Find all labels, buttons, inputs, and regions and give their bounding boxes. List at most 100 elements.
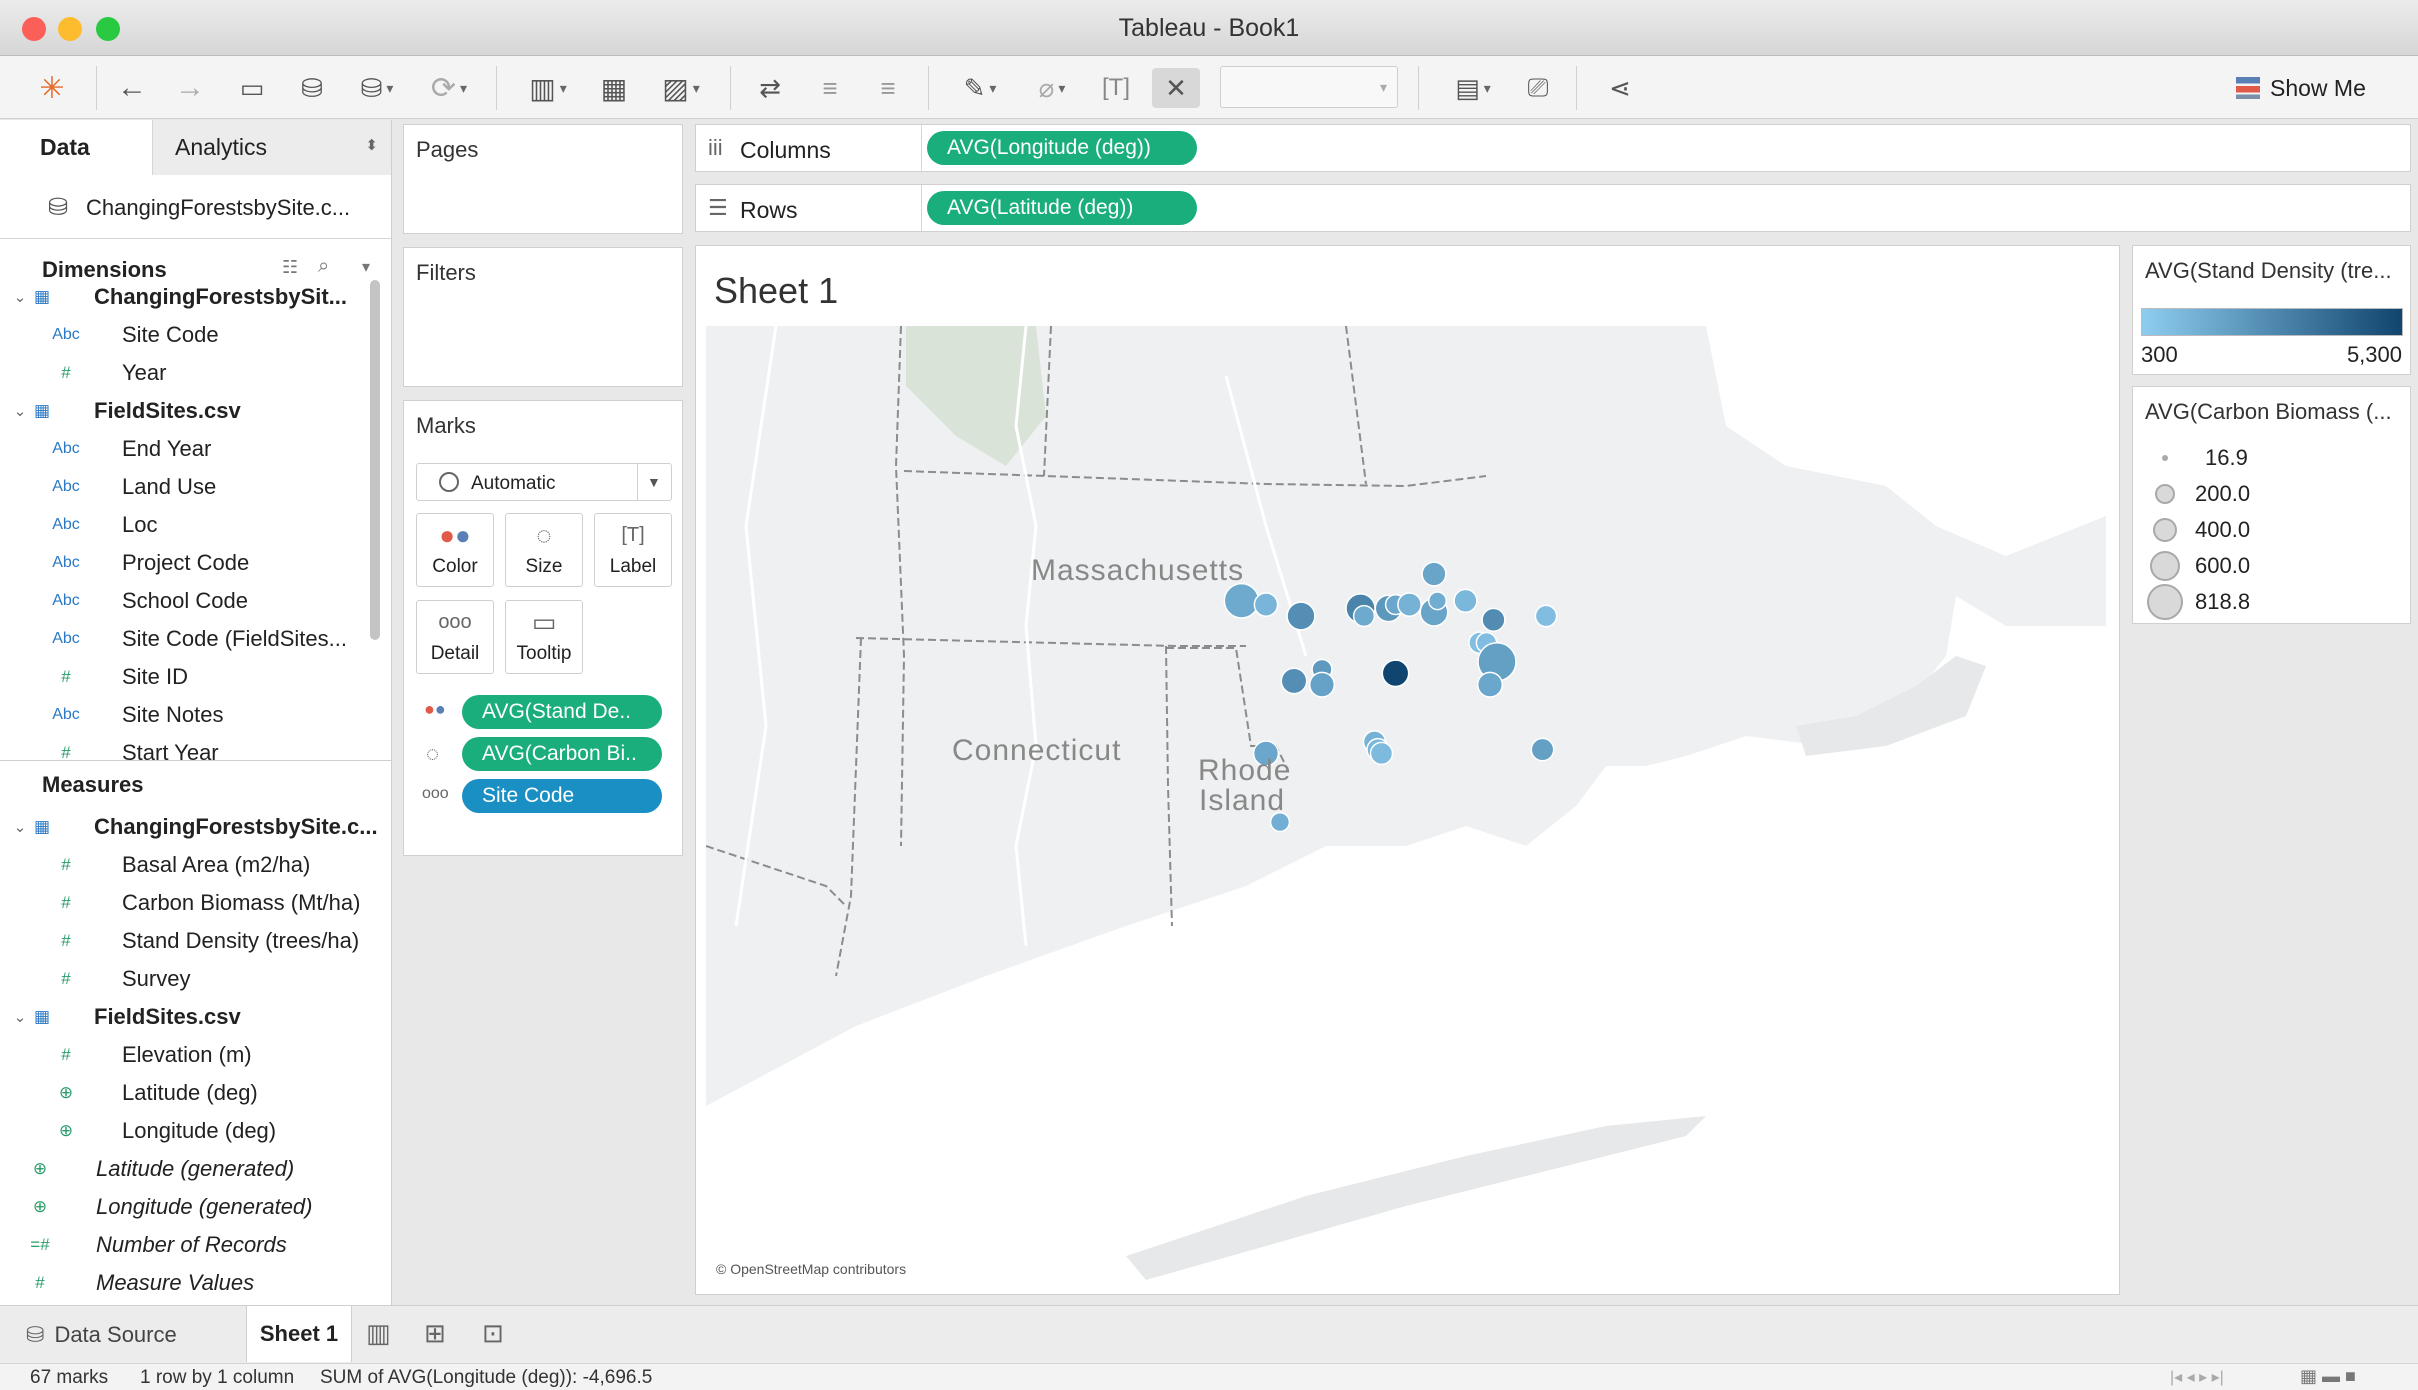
field-item[interactable]: Abc End Year [0, 430, 370, 468]
sort-ascending-icon[interactable]: ≡ [808, 68, 852, 108]
swap-rows-columns-icon[interactable]: ⇄ [748, 68, 792, 108]
field-item[interactable]: # Site ID [0, 658, 370, 696]
filters-card[interactable]: Filters [403, 247, 683, 387]
tooltip-button[interactable]: ▭ Tooltip [505, 600, 583, 674]
search-icon[interactable]: ⌕ [318, 255, 329, 278]
show-me-button[interactable]: Show Me [2236, 70, 2366, 106]
pause-updates-icon[interactable]: ⛁ ▾ [348, 68, 406, 108]
field-item[interactable]: # Year [0, 354, 370, 392]
field-item[interactable]: ⊕ Latitude (generated) [0, 1150, 391, 1188]
refresh-icon[interactable]: ⟳ ▾ [420, 68, 478, 108]
label-button[interactable]: [T] Label [594, 513, 672, 587]
rows-pill[interactable]: AVG(Latitude (deg)) [927, 191, 1197, 225]
size-legend-item[interactable]: 400.0 [2147, 513, 2250, 547]
color-button[interactable]: ●● Color [416, 513, 494, 587]
size-legend[interactable]: AVG(Carbon Biomass (... 16.9 200.0 400.0 60… [2132, 386, 2411, 624]
size-legend-item[interactable]: 818.8 [2147, 584, 2250, 620]
tableau-logo-icon[interactable]: ✳ [30, 68, 74, 108]
presentation-mode-icon[interactable]: ⎚ [1516, 68, 1560, 108]
field-item[interactable]: # Measure Values [0, 1264, 391, 1302]
field-item[interactable]: ⊕ Latitude (deg) [0, 1074, 391, 1112]
field-item[interactable]: =# Number of Records [0, 1226, 391, 1264]
columns-pill[interactable]: AVG(Longitude (deg)) [927, 131, 1197, 165]
site-mark[interactable] [1421, 561, 1447, 587]
back-icon[interactable]: ← [110, 68, 154, 108]
site-mark[interactable] [1253, 592, 1279, 617]
rows-shelf[interactable]: ☰ Rows AVG(Latitude (deg)) [695, 184, 2411, 232]
field-item[interactable]: Abc Site Code [0, 316, 370, 354]
pane-menu-icon[interactable]: ▾ [362, 257, 370, 277]
tab-analytics[interactable]: Analytics ⬍ [152, 120, 391, 175]
new-dashboard-tab-icon[interactable]: ⊞ [424, 1318, 446, 1349]
pages-card[interactable]: Pages [403, 124, 683, 234]
field-item[interactable]: # Stand Density (trees/ha) [0, 922, 391, 960]
field-item[interactable]: Abc Loc [0, 506, 370, 544]
size-pill[interactable]: AVG(Carbon Bi.. [462, 737, 662, 771]
field-item[interactable]: Abc School Code [0, 582, 370, 620]
field-item[interactable]: Abc Site Code (FieldSites... [0, 620, 370, 658]
dimensions-scrollbar[interactable] [370, 280, 380, 640]
color-pill[interactable]: AVG(Stand De.. [462, 695, 662, 729]
fix-axes-icon[interactable]: ✕ [1152, 68, 1200, 108]
site-mark[interactable] [1223, 582, 1260, 619]
detail-button[interactable]: ooo Detail [416, 600, 494, 674]
site-mark[interactable] [1530, 737, 1555, 762]
site-mark[interactable] [1453, 588, 1478, 613]
field-item[interactable]: # Basal Area (m2/ha) [0, 846, 391, 884]
field-item[interactable]: Abc Site Notes [0, 696, 370, 734]
table-group[interactable]: ⌄ ▦ ChangingForestsbySite.c... [0, 808, 391, 846]
save-icon[interactable]: ▭ [230, 68, 274, 108]
size-legend-item[interactable]: 200.0 [2147, 477, 2250, 511]
show-mark-labels-icon[interactable]: [T] [1094, 68, 1138, 108]
sheet-navigation-icons[interactable]: |◂ ◂ ▸ ▸| [2170, 1367, 2224, 1387]
table-group[interactable]: ⌄ ▦ FieldSites.csv [0, 392, 370, 430]
size-legend-item[interactable]: 600.0 [2147, 549, 2250, 583]
field-item[interactable]: # Elevation (m) [0, 1036, 391, 1074]
map-view[interactable]: Massachusetts Connecticut Rhode Island ©… [705, 325, 2106, 1280]
site-mark[interactable] [1280, 667, 1308, 695]
show-cards-icon[interactable]: ▤ ▾ [1440, 68, 1506, 108]
site-mark[interactable] [1381, 659, 1410, 688]
field-item[interactable]: Abc Land Use [0, 468, 370, 506]
datasource-row[interactable]: ⛁ ChangingForestsbySite.c... [0, 175, 391, 239]
site-mark[interactable] [1534, 604, 1558, 628]
detail-pill[interactable]: Site Code [462, 779, 662, 813]
group-members-icon[interactable]: ⌀ ▾ [1022, 68, 1082, 108]
site-mark[interactable] [1481, 607, 1506, 632]
table-group[interactable]: ⌄ ▦ FieldSites.csv [0, 998, 391, 1036]
data-source-tab[interactable]: ⛁ Data Source [8, 1312, 244, 1358]
table-group[interactable]: ⌄ ▦ ChangingForestsbySit... [0, 278, 370, 316]
field-item[interactable]: ⊕ Longitude (generated) [0, 1188, 391, 1226]
fit-dropdown[interactable]: ▾ [1220, 66, 1398, 108]
mark-type-dropdown[interactable]: Automatic ▼ [416, 463, 672, 501]
field-item[interactable]: # Start Year [0, 734, 370, 772]
site-mark[interactable] [1427, 591, 1448, 611]
new-story-tab-icon[interactable]: ⊡ [482, 1318, 504, 1349]
field-item[interactable]: Abc Project Code [0, 544, 370, 582]
view-mode-icons[interactable]: ▦ ▬ ■ [2300, 1366, 2356, 1387]
highlight-icon[interactable]: ✎ ▾ [950, 68, 1010, 108]
new-datasource-icon[interactable]: ⛁ [290, 68, 334, 108]
color-legend[interactable]: AVG(Stand Density (tre... 300 5,300 [2132, 245, 2411, 375]
new-worksheet-tab-icon[interactable]: ▥ [366, 1318, 391, 1349]
site-mark[interactable] [1286, 601, 1316, 631]
tab-data[interactable]: Data [0, 120, 152, 175]
site-mark[interactable] [1352, 604, 1376, 628]
forward-icon[interactable]: → [168, 68, 212, 108]
share-icon[interactable]: ⋖ [1598, 68, 1642, 108]
site-mark[interactable] [1476, 671, 1504, 698]
tab-sheet-1[interactable]: Sheet 1 [246, 1306, 352, 1362]
clear-sheet-icon[interactable]: ▨ ▾ [648, 68, 714, 108]
new-worksheet-icon[interactable]: ▥ ▾ [515, 68, 581, 108]
site-mark[interactable] [1308, 671, 1336, 698]
field-item[interactable]: ⊕ Longitude (deg) [0, 1112, 391, 1150]
field-item[interactable]: # Survey [0, 960, 391, 998]
size-legend-item[interactable]: 16.9 [2147, 441, 2248, 475]
size-button[interactable]: ◌ Size [505, 513, 583, 587]
site-mark[interactable] [1369, 741, 1394, 766]
duplicate-sheet-icon[interactable]: ▦ [592, 68, 636, 108]
sort-descending-icon[interactable]: ≡ [866, 68, 910, 108]
columns-shelf[interactable]: iii Columns AVG(Longitude (deg)) [695, 124, 2411, 172]
view-data-icon[interactable]: ☷ [282, 257, 298, 278]
site-mark[interactable] [1397, 592, 1422, 617]
